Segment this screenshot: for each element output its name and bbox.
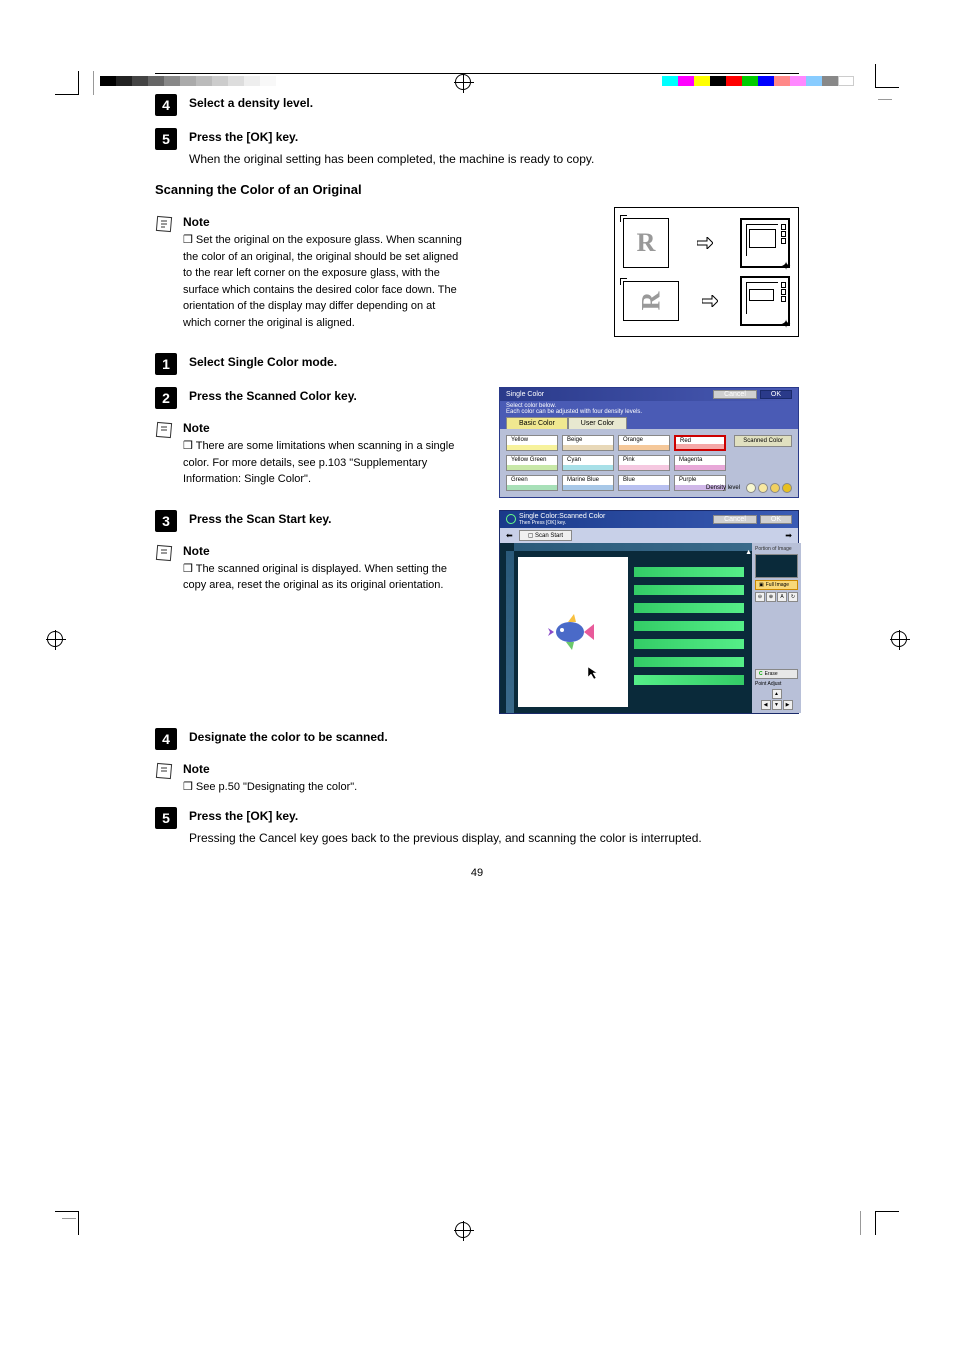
- tab-user-color[interactable]: User Color: [568, 417, 627, 429]
- note-3-text: ❒ The scanned original is displayed. Whe…: [183, 561, 465, 594]
- registration-mark: [455, 1222, 471, 1238]
- note-icon: [155, 762, 173, 780]
- erase-button[interactable]: CErase: [755, 669, 798, 679]
- ruler-vertical: [506, 551, 514, 713]
- scan-step-2-text: Press the Scanned Color key.: [189, 387, 465, 405]
- portrait-doc-icon: R: [623, 218, 669, 268]
- thumbnail-preview: [755, 554, 798, 578]
- arrow-up-button[interactable]: ▲: [772, 689, 782, 699]
- note-label: Note: [183, 762, 357, 776]
- power-icon: [506, 514, 516, 524]
- arrow-right-icon: [702, 295, 718, 307]
- color-option-green[interactable]: Green: [506, 475, 558, 491]
- color-option-cyan[interactable]: Cyan: [562, 455, 614, 471]
- arrow-left-button[interactable]: ◀: [761, 700, 771, 710]
- full-image-button[interactable]: ▣Full Image: [755, 580, 798, 590]
- step-number-4-icon: 4: [155, 728, 177, 750]
- scan-step-4-text: Designate the color to be scanned.: [189, 728, 799, 746]
- density-level-option[interactable]: [770, 483, 780, 493]
- arrow-right-icon: [697, 237, 713, 249]
- color-option-marine-blue[interactable]: Marine Blue: [562, 475, 614, 491]
- note-icon: [155, 544, 173, 562]
- note-label: Note: [183, 421, 465, 435]
- step-number-3-icon: 3: [155, 510, 177, 532]
- back-arrow-icon[interactable]: ⬅: [506, 531, 513, 540]
- note-icon: [155, 215, 173, 233]
- zoom-out-button[interactable]: ⊖: [755, 592, 765, 602]
- note-icon: [155, 421, 173, 439]
- density-level-option[interactable]: [746, 483, 756, 493]
- display-icon: ✦: [740, 218, 790, 268]
- density-level-option[interactable]: [758, 483, 768, 493]
- landscape-doc-icon: R: [623, 281, 679, 321]
- color-option-yellow-green[interactable]: Yellow Green: [506, 455, 558, 471]
- scan-start-button[interactable]: ▢ Scan Start: [519, 530, 572, 541]
- dialog-title: Single Color: [506, 391, 544, 398]
- scan-preview-area[interactable]: ▲: [500, 543, 752, 713]
- zoom-in-button[interactable]: ⊕: [766, 592, 776, 602]
- fish-image: [548, 612, 598, 652]
- scanned-color-dialog: Single Color:Scanned Color Then Press [O…: [499, 510, 799, 714]
- cancel-button[interactable]: Cancel: [713, 390, 757, 399]
- display-icon: ✦: [740, 276, 790, 326]
- step-number-2-icon: 2: [155, 387, 177, 409]
- step-4-text: Select a density level.: [189, 94, 799, 112]
- forward-arrow-icon[interactable]: ➡: [785, 531, 792, 540]
- zoom-r-button[interactable]: ↻: [788, 592, 798, 602]
- original-orientation-diagram: R ✦ R ✦: [614, 207, 799, 337]
- note-label: Note: [183, 215, 465, 229]
- zoom-a-button[interactable]: A: [777, 592, 787, 602]
- dialog2-title: Single Color:Scanned Color Then Press [O…: [519, 513, 605, 526]
- point-adjust-label: Point Adjust: [755, 681, 798, 687]
- step-number-5-icon: 5: [155, 807, 177, 829]
- color-option-blue[interactable]: Blue: [618, 475, 670, 491]
- note-2-text: ❒ There are some limitations when scanni…: [183, 438, 465, 488]
- note-label: Note: [183, 544, 465, 558]
- step-5-text: Press the [OK] key. When the original se…: [189, 128, 799, 168]
- step-number-1-icon: 1: [155, 353, 177, 375]
- ok-button[interactable]: OK: [760, 390, 792, 399]
- color-option-magenta[interactable]: Magenta: [674, 455, 726, 471]
- cursor-icon: [586, 665, 600, 679]
- color-option-pink[interactable]: Pink: [618, 455, 670, 471]
- scan-step-1-text: Select Single Color mode.: [189, 353, 799, 371]
- density-level-option[interactable]: [782, 483, 792, 493]
- density-level-label: Density level: [706, 485, 740, 491]
- single-color-dialog: Single Color Cancel OK Select color belo…: [499, 387, 799, 498]
- scanned-color-button[interactable]: Scanned Color: [734, 435, 792, 447]
- color-bars-preview: [634, 551, 744, 701]
- dialog-subtext: Select color below. Each color can be ad…: [500, 401, 798, 417]
- tab-basic-color[interactable]: Basic Color: [506, 417, 568, 429]
- ruler-horizontal: [514, 543, 752, 551]
- page-number: 49: [60, 867, 894, 879]
- cancel-button[interactable]: Cancel: [713, 515, 757, 524]
- arrow-down-button[interactable]: ▼: [772, 700, 782, 710]
- note-4-text: ❒ See p.50 "Designating the color".: [183, 779, 357, 796]
- color-option-beige[interactable]: Beige: [562, 435, 614, 451]
- section-title-scanning: Scanning the Color of an Original: [155, 182, 799, 197]
- color-option-yellow[interactable]: Yellow: [506, 435, 558, 451]
- scan-step-5-text: Press the [OK] key. Pressing the Cancel …: [189, 807, 799, 847]
- portion-of-image-label: Portion of Image: [755, 546, 798, 552]
- scan-step-3-text: Press the Scan Start key.: [189, 510, 465, 528]
- color-option-orange[interactable]: Orange: [618, 435, 670, 451]
- arrow-right-button[interactable]: ▶: [783, 700, 793, 710]
- step-number-4-icon: 4: [155, 94, 177, 116]
- ok-button[interactable]: OK: [760, 515, 792, 524]
- step-number-5-icon: 5: [155, 128, 177, 150]
- note-1-text: ❒ Set the original on the exposure glass…: [183, 232, 465, 331]
- color-option-red[interactable]: Red: [674, 435, 726, 451]
- scanned-document: [518, 557, 628, 707]
